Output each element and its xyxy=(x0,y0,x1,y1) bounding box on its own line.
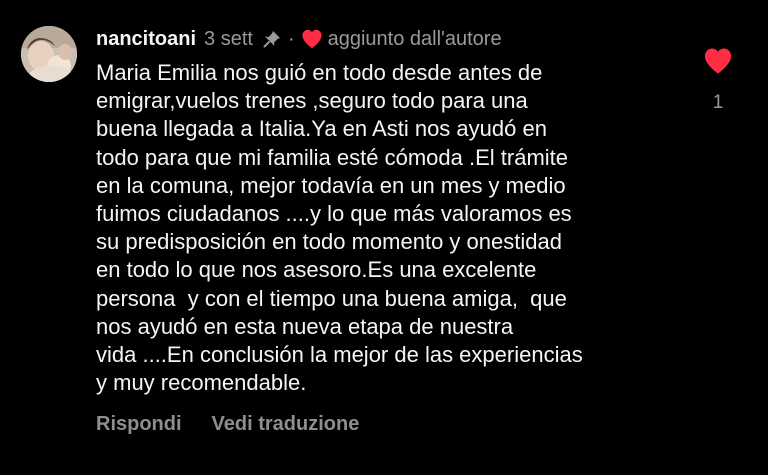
heart-icon xyxy=(301,29,323,49)
pin-icon xyxy=(262,29,282,49)
reply-button[interactable]: Rispondi xyxy=(96,413,182,436)
comment-line: buena llegada a Italia.Ya en Asti nos ay… xyxy=(96,116,547,142)
comment-line: en todo lo que nos asesoro.Es una excele… xyxy=(96,257,537,283)
comment-line: fuimos ciudadanos ....y lo que más valor… xyxy=(96,200,572,226)
heart-icon xyxy=(704,48,732,74)
comment-line: nos ayudó en esta nueva etapa de nuestra xyxy=(96,313,514,339)
comment-line: persona y con el tiempo una buena amiga,… xyxy=(96,285,567,311)
like-count[interactable]: 1 xyxy=(700,92,736,114)
comment-line: Maria Emilia nos guió en todo desde ante… xyxy=(96,60,543,85)
comment-line: su predisposición en todo momento y ones… xyxy=(96,229,562,255)
author-liked-label: aggiunto dall'autore xyxy=(327,27,502,50)
comment-line: y muy recomendable. xyxy=(96,370,307,396)
username[interactable]: nancitoani xyxy=(96,28,196,51)
comment-line: en la comuna, mejor todavía en un mes y … xyxy=(96,172,566,198)
separator-dot: · xyxy=(287,27,295,50)
avatar[interactable] xyxy=(21,26,77,82)
comment-line: todo para que mi familia esté cómoda .El… xyxy=(96,144,569,170)
comment-header: nancitoani 3 sett · aggiunto dall'autore xyxy=(96,24,502,54)
translate-button[interactable]: Vedi traduzione xyxy=(212,413,360,436)
comment-text: Maria Emilia nos guió en todo desde ante… xyxy=(96,59,696,397)
comment-line: vida ....En conclusión la mejor de las e… xyxy=(96,341,583,367)
timestamp: 3 sett xyxy=(204,27,253,50)
like-button[interactable] xyxy=(703,47,733,75)
comment-actions: Rispondi Vedi traduzione xyxy=(96,413,359,436)
comment-line: emigrar,vuelos trenes ,seguro todo para … xyxy=(96,88,528,114)
